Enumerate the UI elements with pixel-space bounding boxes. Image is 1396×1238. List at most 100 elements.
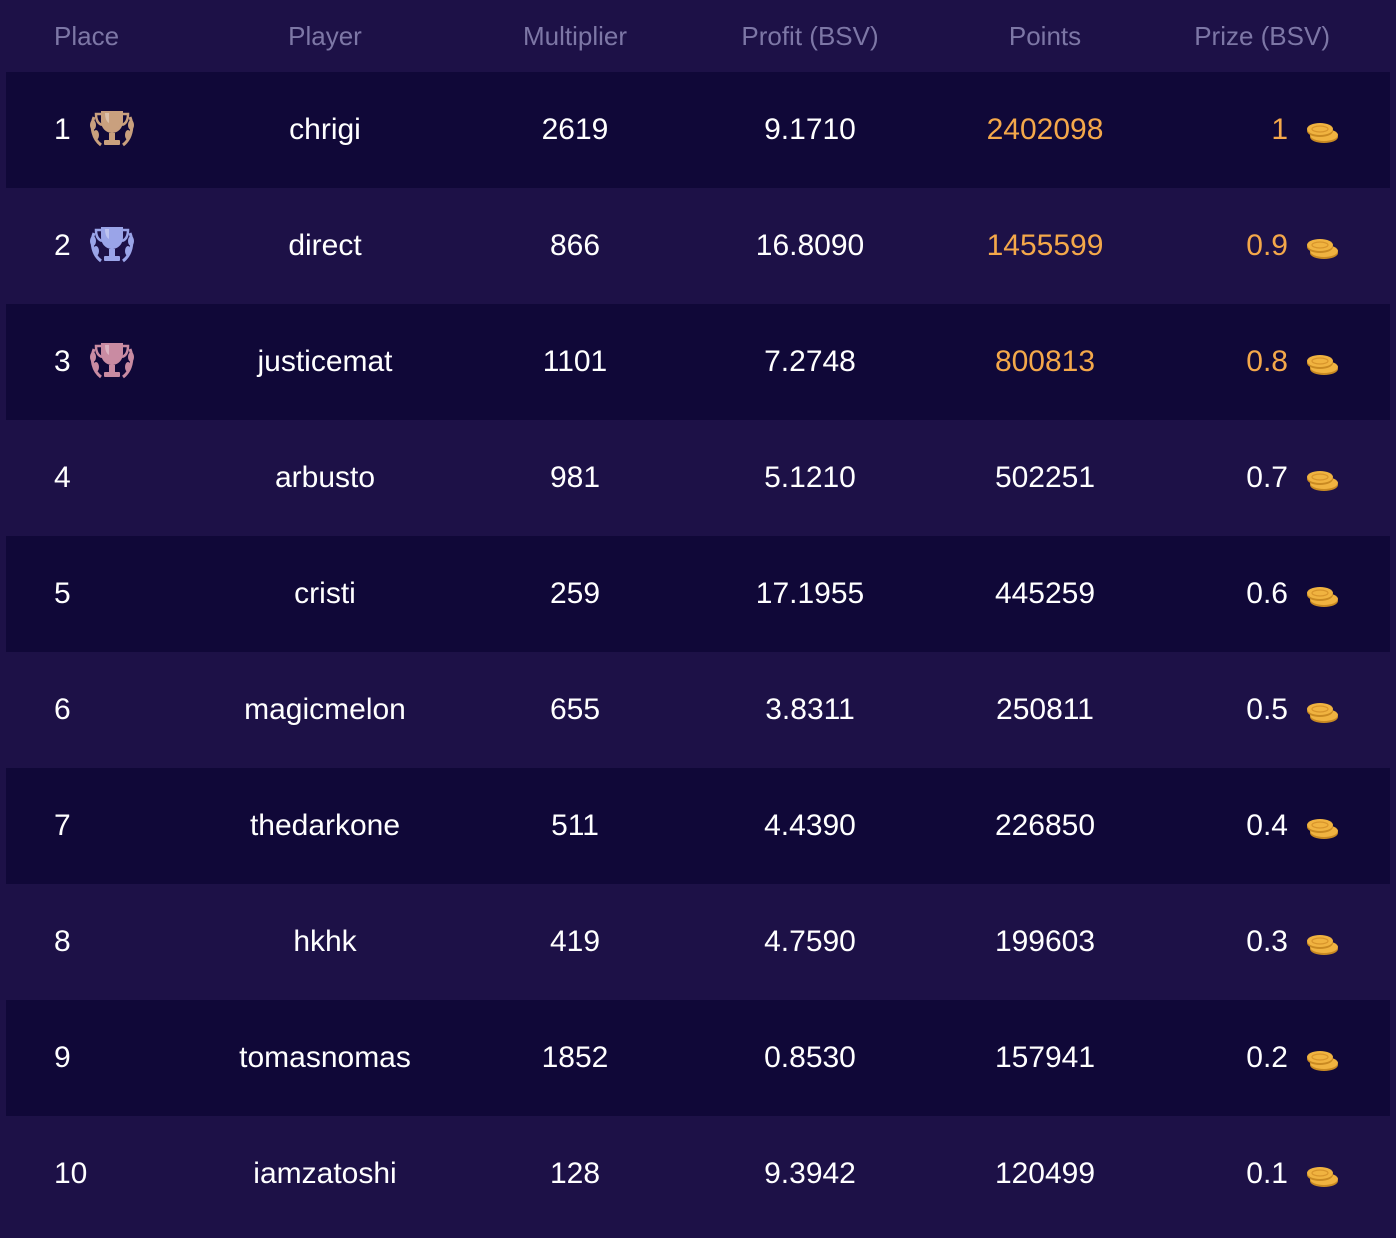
prize-cell: 0.3 bbox=[1156, 884, 1390, 1000]
player-name: iamzatoshi bbox=[253, 1157, 397, 1190]
prize-cell: 0.5 bbox=[1156, 652, 1390, 768]
header-player[interactable]: Player bbox=[180, 0, 470, 72]
prize-cell: 0.2 bbox=[1156, 1000, 1390, 1116]
profit-value: 17.1955 bbox=[755, 577, 865, 610]
prize-value: 0.6 bbox=[1246, 577, 1288, 610]
points-value: 120499 bbox=[994, 1157, 1096, 1190]
profit-value: 7.2748 bbox=[764, 345, 856, 378]
coin-stack-icon bbox=[1304, 350, 1340, 375]
place-number: 10 bbox=[54, 1157, 88, 1190]
silver-trophy-icon bbox=[87, 223, 137, 269]
points-value: 445259 bbox=[994, 577, 1096, 610]
multiplier-value: 655 bbox=[549, 693, 601, 726]
multiplier-value: 866 bbox=[549, 229, 601, 262]
place-cell: 9 bbox=[6, 1000, 186, 1116]
prize-value: 0.5 bbox=[1246, 693, 1288, 726]
prize-value: 0.7 bbox=[1246, 461, 1288, 494]
table-row[interactable]: 5 cristi 259 17.1955 445259 0.6 bbox=[6, 536, 1390, 652]
place-cell: 2 bbox=[6, 188, 186, 304]
prize-value: 0.2 bbox=[1246, 1041, 1288, 1074]
player-name: hkhk bbox=[293, 925, 357, 958]
place-number: 7 bbox=[54, 809, 71, 842]
points-value: 502251 bbox=[994, 461, 1096, 494]
table-row[interactable]: 1 chrigi 2619 9.1710 2402098 1 bbox=[6, 72, 1390, 188]
place-cell: 8 bbox=[6, 884, 186, 1000]
prize-cell: 0.7 bbox=[1156, 420, 1390, 536]
profit-value: 4.4390 bbox=[764, 809, 856, 842]
place-number: 5 bbox=[54, 577, 71, 610]
coin-stack-icon bbox=[1304, 118, 1340, 143]
place-number: 1 bbox=[54, 113, 71, 146]
header-place[interactable]: Place bbox=[0, 0, 180, 72]
prize-value: 0.4 bbox=[1246, 809, 1288, 842]
profit-value: 4.7590 bbox=[764, 925, 856, 958]
prize-value: 0.8 bbox=[1246, 345, 1288, 378]
multiplier-value: 1852 bbox=[541, 1041, 609, 1074]
points-value: 199603 bbox=[994, 925, 1096, 958]
coin-stack-icon bbox=[1304, 930, 1340, 955]
prize-value: 1 bbox=[1271, 113, 1288, 146]
profit-value: 9.3942 bbox=[764, 1157, 856, 1190]
player-name: chrigi bbox=[289, 113, 361, 146]
prize-cell: 0.6 bbox=[1156, 536, 1390, 652]
points-value: 1455599 bbox=[986, 229, 1104, 262]
points-value: 2402098 bbox=[986, 113, 1104, 146]
player-name: magicmelon bbox=[244, 693, 406, 726]
place-cell: 1 bbox=[6, 72, 186, 188]
points-value: 226850 bbox=[994, 809, 1096, 842]
prize-value: 0.1 bbox=[1246, 1157, 1288, 1190]
place-number: 8 bbox=[54, 925, 71, 958]
prize-cell: 0.4 bbox=[1156, 768, 1390, 884]
header-points[interactable]: Points bbox=[940, 0, 1150, 72]
table-row[interactable]: 10 iamzatoshi 128 9.3942 120499 0.1 bbox=[6, 1116, 1390, 1232]
table-row[interactable]: 4 arbusto 981 5.1210 502251 0.7 bbox=[6, 420, 1390, 536]
place-number: 6 bbox=[54, 693, 71, 726]
profit-value: 16.8090 bbox=[755, 229, 865, 262]
prize-cell: 0.1 bbox=[1156, 1116, 1390, 1232]
profit-value: 0.8530 bbox=[764, 1041, 856, 1074]
multiplier-value: 981 bbox=[549, 461, 601, 494]
leaderboard-header: Place Player Multiplier Profit (BSV) Poi… bbox=[0, 0, 1396, 72]
coin-stack-icon bbox=[1304, 814, 1340, 839]
gold-trophy-icon bbox=[87, 107, 137, 153]
multiplier-value: 419 bbox=[549, 925, 601, 958]
prize-value: 0.9 bbox=[1246, 229, 1288, 262]
place-cell: 7 bbox=[6, 768, 186, 884]
player-name: thedarkone bbox=[249, 809, 401, 842]
header-prize[interactable]: Prize (BSV) bbox=[1150, 0, 1384, 72]
table-row[interactable]: 6 magicmelon 655 3.8311 250811 0.5 bbox=[6, 652, 1390, 768]
table-row[interactable]: 9 tomasnomas 1852 0.8530 157941 0.2 bbox=[6, 1000, 1390, 1116]
header-profit[interactable]: Profit (BSV) bbox=[680, 0, 940, 72]
player-name: justicemat bbox=[257, 345, 393, 378]
profit-value: 3.8311 bbox=[765, 693, 855, 726]
table-row[interactable]: 8 hkhk 419 4.7590 199603 0.3 bbox=[6, 884, 1390, 1000]
place-cell: 10 bbox=[6, 1116, 186, 1232]
coin-stack-icon bbox=[1304, 1162, 1340, 1187]
place-number: 2 bbox=[54, 229, 71, 262]
bronze-trophy-icon bbox=[87, 339, 137, 385]
player-name: tomasnomas bbox=[239, 1041, 411, 1074]
points-value: 157941 bbox=[994, 1041, 1096, 1074]
place-cell: 5 bbox=[6, 536, 186, 652]
header-multiplier[interactable]: Multiplier bbox=[470, 0, 680, 72]
coin-stack-icon bbox=[1304, 466, 1340, 491]
place-cell: 6 bbox=[6, 652, 186, 768]
profit-value: 5.1210 bbox=[764, 461, 856, 494]
multiplier-value: 128 bbox=[549, 1157, 601, 1190]
player-name: arbusto bbox=[274, 461, 376, 494]
prize-cell: 0.8 bbox=[1156, 304, 1390, 420]
player-name: cristi bbox=[294, 577, 356, 610]
prize-cell: 0.9 bbox=[1156, 188, 1390, 304]
multiplier-value: 511 bbox=[551, 809, 599, 842]
place-cell: 4 bbox=[6, 420, 186, 536]
multiplier-value: 2619 bbox=[541, 113, 609, 146]
table-row[interactable]: 2 direct 866 16.8090 1455599 0.9 bbox=[6, 188, 1390, 304]
table-row[interactable]: 7 thedarkone 511 4.4390 226850 0.4 bbox=[6, 768, 1390, 884]
place-number: 9 bbox=[54, 1041, 71, 1074]
player-name: direct bbox=[288, 229, 362, 262]
multiplier-value: 259 bbox=[549, 577, 601, 610]
coin-stack-icon bbox=[1304, 234, 1340, 259]
table-row[interactable]: 3 justicemat 1101 7.2748 800813 0.8 bbox=[6, 304, 1390, 420]
multiplier-value: 1101 bbox=[542, 345, 608, 378]
points-value: 800813 bbox=[994, 345, 1096, 378]
